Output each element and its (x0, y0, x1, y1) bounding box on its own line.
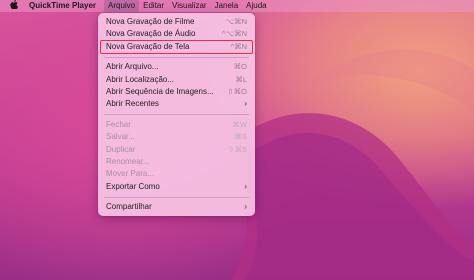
menu-item-label: Exportar Como (106, 181, 160, 191)
menu-visualizar[interactable]: Visualizar (168, 0, 211, 12)
chevron-right-icon: › (244, 202, 247, 212)
menu-item-close: Fechar ⌘W (98, 119, 255, 131)
menu-item-label: Abrir Arquivo... (106, 62, 159, 72)
menu-item-label: Salvar... (106, 132, 135, 142)
menu-bar: QuickTime Player Arquivo Editar Visualiz… (0, 0, 474, 12)
shortcut-label: ⌘O (233, 62, 247, 72)
menu-janela[interactable]: Janela (211, 0, 243, 12)
shortcut-label: ⇧⌘S (228, 144, 247, 154)
menu-divider (104, 114, 249, 116)
menu-editar[interactable]: Editar (139, 0, 168, 12)
shortcut-label: ⌘L (235, 74, 247, 84)
shortcut-label: ⌘S (234, 132, 247, 142)
menu-ajuda[interactable]: Ajuda (242, 0, 270, 12)
apple-logo-icon[interactable] (0, 0, 25, 12)
menu-item-open-recent[interactable]: Abrir Recentes › (98, 98, 255, 110)
menu-item-label: Abrir Localização... (106, 74, 175, 84)
file-dropdown-menu: Nova Gravação de Filme ⌥⌘N Nova Gravação… (98, 13, 255, 216)
menu-item-move-to: Mover Para... (98, 168, 255, 180)
menu-item-duplicate: Duplicar ⇧⌘S (98, 144, 255, 156)
menu-item-label: Fechar (106, 119, 131, 129)
menu-item-rename: Renomear... (98, 156, 255, 168)
menu-divider (104, 196, 249, 198)
menu-item-save: Salvar... ⌘S (98, 131, 255, 143)
menu-item-open-file[interactable]: Abrir Arquivo... ⌘O (98, 61, 255, 73)
chevron-right-icon: › (244, 181, 247, 191)
app-name-menu[interactable]: QuickTime Player (25, 0, 104, 12)
shortcut-label: ^⌥⌘N (221, 29, 247, 39)
shortcut-label: ^⌘N (230, 41, 247, 51)
shortcut-label: ⇧⌘O (227, 86, 247, 96)
menu-item-new-screen-recording[interactable]: Nova Gravação de Tela ^⌘N (100, 39, 253, 55)
menu-item-open-location[interactable]: Abrir Localização... ⌘L (98, 74, 255, 86)
menu-item-open-image-sequence[interactable]: Abrir Sequência de Imagens... ⇧⌘O (98, 86, 255, 98)
menu-item-share[interactable]: Compartilhar › (98, 201, 255, 213)
menu-item-label: Abrir Sequência de Imagens... (106, 86, 214, 96)
menu-divider (104, 56, 249, 58)
menu-item-label: Mover Para... (106, 169, 155, 179)
menu-item-label: Nova Gravação de Áudio (106, 29, 196, 39)
menu-item-label: Compartilhar (106, 202, 152, 212)
menu-item-label: Duplicar (106, 144, 136, 154)
shortcut-label: ⌥⌘N (225, 17, 247, 26)
chevron-right-icon: › (244, 99, 247, 109)
menu-item-export-as[interactable]: Exportar Como › (98, 181, 255, 193)
menu-arquivo[interactable]: Arquivo (104, 0, 140, 12)
menu-item-new-movie-recording[interactable]: Nova Gravação de Filme ⌥⌘N (98, 16, 255, 28)
menu-item-label: Nova Gravação de Filme (106, 17, 195, 26)
menu-item-label: Abrir Recentes (106, 99, 159, 109)
menu-item-label: Nova Gravação de Tela (106, 41, 190, 51)
menu-item-label: Renomear... (106, 156, 150, 166)
shortcut-label: ⌘W (232, 119, 247, 129)
menu-item-new-audio-recording[interactable]: Nova Gravação de Áudio ^⌥⌘N (98, 28, 255, 40)
